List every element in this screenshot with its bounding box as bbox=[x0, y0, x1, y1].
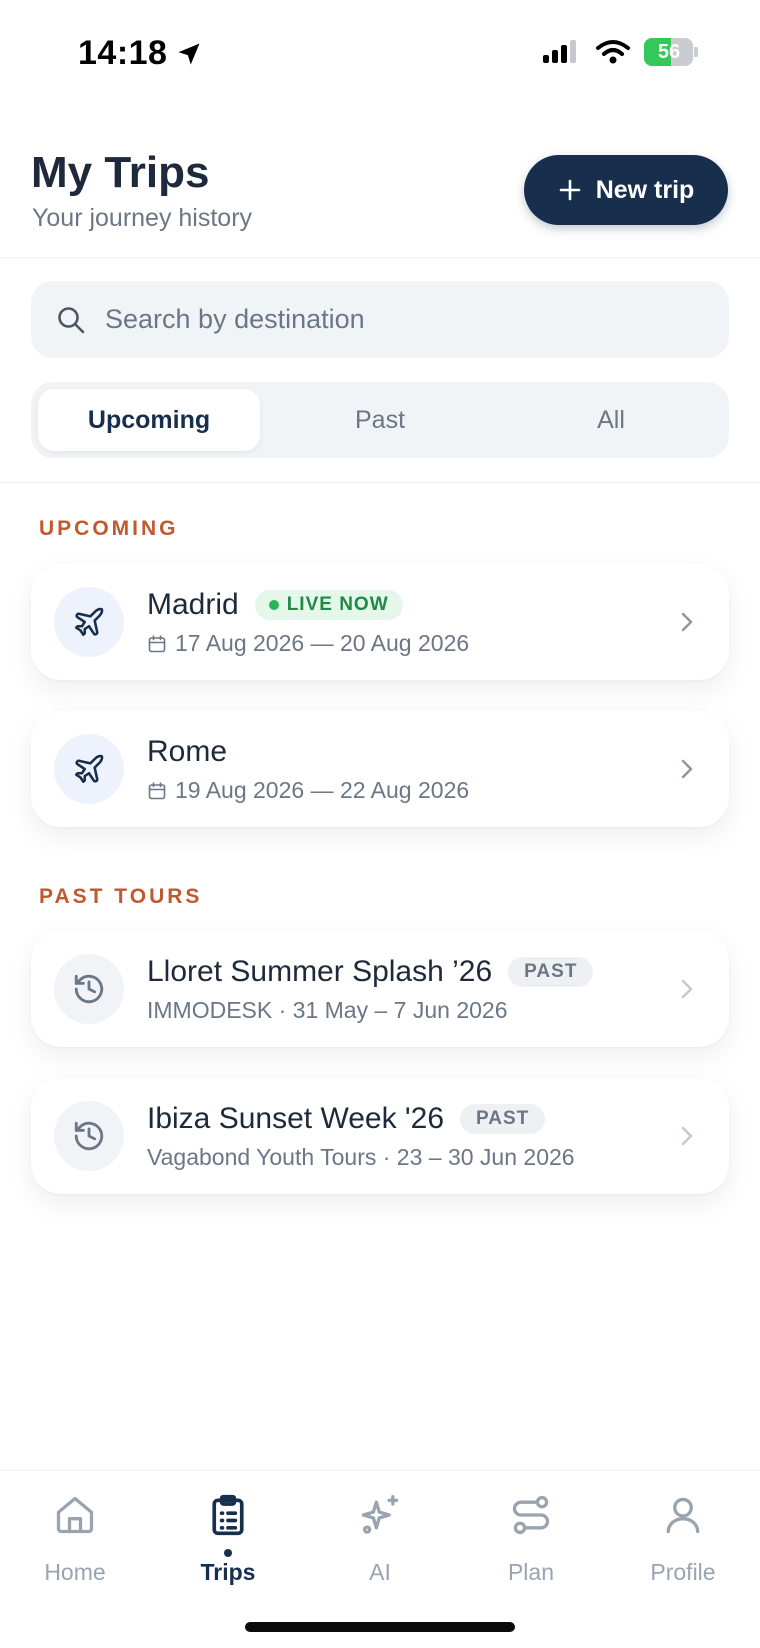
search-bar[interactable] bbox=[31, 281, 729, 358]
battery-body: 56 bbox=[644, 38, 694, 66]
tab-bar-profile[interactable]: Profile bbox=[613, 1493, 753, 1603]
tab-upcoming[interactable]: Upcoming bbox=[38, 389, 260, 451]
trip-title-row: Madrid LIVE NOW bbox=[147, 588, 403, 622]
past-badge: PAST bbox=[460, 1104, 546, 1134]
calendar-icon bbox=[148, 634, 166, 652]
trip-card-madrid[interactable]: Madrid LIVE NOW 17 Aug 2026 — 20 Aug 202… bbox=[31, 564, 729, 680]
history-icon bbox=[74, 1121, 104, 1151]
location-arrow-icon bbox=[178, 43, 200, 64]
trip-icon-badge bbox=[54, 587, 124, 657]
home-icon bbox=[56, 1496, 94, 1534]
home-indicator bbox=[245, 1622, 515, 1632]
wifi-icon bbox=[596, 40, 630, 64]
trip-card-ibiza[interactable]: Ibiza Sunset Week '26 PAST Vagabond Yout… bbox=[31, 1078, 729, 1194]
tab-bar-label: AI bbox=[369, 1559, 391, 1585]
cellular-signal-icon bbox=[543, 40, 576, 63]
chevron-right-icon bbox=[681, 759, 693, 779]
route-icon bbox=[512, 1495, 550, 1535]
trip-title: Ibiza Sunset Week '26 bbox=[147, 1102, 445, 1135]
plus-icon bbox=[559, 179, 580, 201]
trip-dates: 17 Aug 2026 — 20 Aug 2026 bbox=[147, 630, 469, 657]
live-now-label: LIVE NOW bbox=[286, 594, 389, 615]
past-badge: PAST bbox=[508, 957, 594, 987]
battery-cap bbox=[694, 47, 698, 57]
tab-bar-trips[interactable]: Trips bbox=[158, 1493, 298, 1603]
section-label-past-tours: PAST TOURS bbox=[39, 885, 203, 908]
sparkles-icon bbox=[361, 1495, 399, 1534]
trip-title-row: Ibiza Sunset Week '26 PAST bbox=[147, 1102, 546, 1136]
trip-card-rome[interactable]: Rome 19 Aug 2026 — 22 Aug 2026 bbox=[31, 711, 729, 827]
search-input[interactable] bbox=[105, 304, 665, 335]
tab-bar-label: Plan bbox=[507, 1559, 555, 1585]
chevron-right-icon bbox=[681, 1126, 693, 1146]
new-trip-label: New trip bbox=[595, 175, 695, 204]
trip-title: Rome bbox=[147, 735, 228, 768]
airplane-icon bbox=[74, 607, 104, 637]
airplane-icon bbox=[74, 754, 104, 784]
tab-bar-label: Trips bbox=[200, 1559, 256, 1585]
status-indicators: 56 bbox=[542, 38, 698, 66]
tab-bar-label: Profile bbox=[650, 1559, 716, 1585]
trip-meta-text: IMMODESK · 31 May – 7 Jun 2026 bbox=[147, 997, 508, 1023]
tab-bar-plan[interactable]: Plan bbox=[461, 1493, 601, 1603]
trip-meta-text: Vagabond Youth Tours · 23 – 30 Jun 2026 bbox=[147, 1144, 575, 1170]
history-icon bbox=[74, 974, 104, 1004]
trip-title-row: Rome bbox=[147, 735, 227, 769]
trip-meta: Vagabond Youth Tours · 23 – 30 Jun 2026 bbox=[147, 1144, 575, 1171]
search-icon bbox=[58, 306, 85, 333]
page-title: My Trips bbox=[31, 148, 210, 197]
status-bar: 14:18 56 bbox=[0, 0, 760, 110]
user-icon bbox=[666, 1497, 700, 1534]
trip-card-lloret[interactable]: Lloret Summer Splash ’26 PAST IMMODESK ·… bbox=[31, 931, 729, 1047]
clipboard-list-icon bbox=[212, 1494, 244, 1536]
divider bbox=[0, 482, 760, 483]
trip-dates: 19 Aug 2026 — 22 Aug 2026 bbox=[147, 777, 469, 804]
trip-title: Lloret Summer Splash ’26 bbox=[147, 955, 493, 988]
trip-title: Madrid bbox=[147, 588, 239, 621]
battery-indicator: 56 bbox=[644, 38, 698, 66]
trip-title-row: Lloret Summer Splash ’26 PAST bbox=[147, 955, 594, 989]
tab-all[interactable]: All bbox=[500, 389, 722, 451]
page-subtitle: Your journey history bbox=[32, 204, 253, 232]
trip-icon-badge bbox=[54, 734, 124, 804]
trip-icon-badge bbox=[54, 1101, 124, 1171]
trip-icon-badge bbox=[54, 954, 124, 1024]
trip-filter-tabs: Upcoming Past All bbox=[31, 382, 729, 458]
trip-meta: IMMODESK · 31 May – 7 Jun 2026 bbox=[147, 997, 508, 1024]
tab-bar-home[interactable]: Home bbox=[5, 1493, 145, 1603]
section-label-upcoming: UPCOMING bbox=[39, 517, 179, 540]
tab-bar-ai[interactable]: AI bbox=[310, 1493, 450, 1603]
trip-dates-text: 19 Aug 2026 — 22 Aug 2026 bbox=[175, 777, 470, 803]
chevron-right-icon bbox=[681, 979, 693, 999]
new-trip-button[interactable]: New trip bbox=[524, 155, 728, 225]
trip-dates-text: 17 Aug 2026 — 20 Aug 2026 bbox=[175, 630, 470, 656]
status-time: 14:18 bbox=[78, 34, 203, 73]
active-tab-dot bbox=[224, 1549, 232, 1557]
page-header: My Trips Your journey history New trip bbox=[0, 120, 760, 258]
calendar-icon bbox=[148, 781, 166, 799]
tab-past[interactable]: Past bbox=[269, 389, 491, 451]
chevron-right-icon bbox=[681, 612, 693, 632]
live-dot-icon bbox=[268, 600, 279, 610]
status-time-text: 14:18 bbox=[78, 34, 168, 72]
tab-bar-label: Home bbox=[44, 1559, 106, 1585]
live-now-badge: LIVE NOW bbox=[254, 590, 403, 620]
battery-percent: 56 bbox=[657, 41, 681, 63]
